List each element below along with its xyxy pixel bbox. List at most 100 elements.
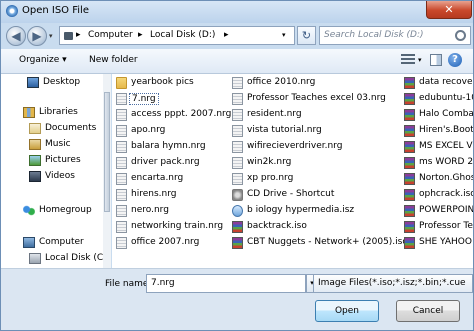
disc-icon bbox=[232, 109, 243, 121]
file-item-label: wifirecieverdriver.nrg bbox=[247, 141, 343, 151]
sidebar-item-label: Music bbox=[45, 139, 71, 149]
disc-icon bbox=[116, 221, 127, 233]
documents-icon bbox=[29, 123, 41, 134]
iso-icon bbox=[232, 205, 243, 217]
rar-icon bbox=[404, 125, 415, 137]
file-list: yearbook pics 7.nrg access pppt. 2007.nrg a… bbox=[112, 74, 473, 268]
rar-icon bbox=[404, 221, 415, 233]
title-bar: Open ISO File ✕ bbox=[1, 1, 473, 23]
rar-icon bbox=[404, 173, 415, 185]
dialog-footer: File name: 7.nrg ▾ Image Files(*.iso;*.i… bbox=[1, 268, 473, 330]
navigation-bar: ◀ ▶ ▾ ▸ Computer ▸ Local Disk (D:) ▸ ▾ ↻… bbox=[1, 23, 473, 49]
file-item-label: office 2007.nrg bbox=[131, 237, 200, 247]
file-item-label: data recovery bbox=[419, 77, 473, 87]
file-item-label: Norton.Ghost bbox=[419, 173, 473, 183]
file-item-label: hirens.nrg bbox=[131, 189, 177, 199]
open-button[interactable]: Open bbox=[315, 300, 379, 322]
new-folder-button[interactable]: New folder bbox=[89, 55, 138, 65]
file-item-label: POWERPOIN bbox=[419, 205, 473, 215]
disc-icon bbox=[232, 173, 243, 185]
file-item-label: driver pack.nrg bbox=[131, 157, 200, 167]
open-iso-dialog: Open ISO File ✕ ◀ ▶ ▾ ▸ Computer ▸ Local… bbox=[0, 0, 474, 331]
file-item-label: 7.nrg bbox=[129, 93, 159, 105]
file-item-label: balara hymn.nrg bbox=[131, 141, 206, 151]
homegroup-icon bbox=[23, 205, 35, 216]
sidebar-item-label: Computer bbox=[39, 237, 84, 247]
file-item-label: b iology hypermedia.isz bbox=[247, 205, 355, 215]
file-item-label: MS EXCEL VID bbox=[419, 141, 473, 151]
search-placeholder: Search Local Disk (D:) bbox=[324, 30, 424, 40]
file-item-label: backtrack.iso bbox=[247, 221, 307, 231]
computer-icon bbox=[64, 32, 73, 40]
pictures-icon bbox=[29, 155, 41, 166]
disc-icon bbox=[116, 237, 127, 249]
disc-icon bbox=[116, 109, 127, 121]
breadcrumb-separator[interactable]: ▸ bbox=[224, 30, 229, 40]
rar-icon bbox=[404, 189, 415, 201]
file-item-label: edubuntu-10 bbox=[419, 93, 473, 103]
sidebar-item-label: Local Disk (C: bbox=[45, 253, 104, 263]
file-name-input[interactable]: 7.nrg bbox=[146, 274, 306, 293]
breadcrumb-separator[interactable]: ▸ bbox=[138, 30, 143, 40]
organize-button[interactable]: Organize ▾ bbox=[19, 55, 67, 65]
search-icon bbox=[455, 30, 466, 41]
breadcrumb-computer[interactable]: Computer bbox=[88, 30, 133, 40]
local-disk-icon bbox=[29, 253, 41, 264]
navigation-pane-scrollbar[interactable] bbox=[103, 74, 111, 268]
close-button[interactable]: ✕ bbox=[426, 1, 472, 19]
file-item-label: office 2010.nrg bbox=[247, 77, 316, 87]
rar-icon bbox=[404, 205, 415, 217]
help-icon[interactable]: ? bbox=[448, 53, 462, 67]
disc-icon bbox=[116, 205, 127, 217]
sidebar-item-label: Pictures bbox=[45, 155, 81, 165]
file-item-label: CBT Nuggets - Network+ (2005).iso bbox=[247, 237, 408, 247]
address-bar[interactable]: ▸ Computer ▸ Local Disk (D:) ▸ ▾ bbox=[59, 26, 295, 45]
breadcrumb-local-disk-d[interactable]: Local Disk (D:) bbox=[150, 30, 215, 40]
navigation-pane: Desktop Libraries Documents Music Pictur… bbox=[1, 74, 104, 268]
music-icon bbox=[29, 139, 41, 150]
address-dropdown-icon[interactable]: ▾ bbox=[282, 31, 286, 39]
disc-icon bbox=[116, 189, 127, 201]
disc-icon bbox=[232, 157, 243, 169]
disc-icon bbox=[116, 125, 127, 137]
disc-icon bbox=[116, 157, 127, 169]
file-type-select[interactable]: Image Files(*.iso;*.isz;*.bin;*.cue bbox=[313, 274, 473, 293]
forward-button[interactable]: ▶ bbox=[27, 26, 47, 46]
preview-pane-icon[interactable] bbox=[430, 54, 442, 66]
command-toolbar: Organize ▾ New folder ▾ ? bbox=[1, 49, 473, 74]
sidebar-item-label: Homegroup bbox=[39, 205, 92, 215]
file-item-label: Halo Combat bbox=[419, 109, 473, 119]
rar-icon bbox=[404, 93, 415, 105]
file-item-label: Professor Teaches excel 03.nrg bbox=[247, 93, 386, 103]
file-item-label: networking train.nrg bbox=[131, 221, 224, 231]
cancel-button[interactable]: Cancel bbox=[396, 300, 460, 322]
file-item-label: xp pro.nrg bbox=[247, 173, 294, 183]
disc-icon bbox=[116, 93, 127, 105]
search-input[interactable]: Search Local Disk (D:) bbox=[319, 26, 471, 45]
disc-app-icon bbox=[6, 5, 18, 17]
shortcut-icon bbox=[232, 189, 243, 201]
file-item-label: CD Drive - Shortcut bbox=[247, 189, 335, 199]
breadcrumb-separator[interactable]: ▸ bbox=[76, 30, 81, 40]
refresh-button[interactable]: ↻ bbox=[297, 26, 316, 45]
desktop-icon bbox=[27, 77, 39, 88]
computer-icon bbox=[23, 237, 35, 248]
disc-icon bbox=[116, 141, 127, 153]
change-view-icon[interactable] bbox=[401, 54, 415, 66]
file-item-label: encarta.nrg bbox=[131, 173, 184, 183]
sidebar-item-label: Desktop bbox=[43, 77, 81, 87]
file-item-label: yearbook pics bbox=[131, 77, 194, 87]
back-button[interactable]: ◀ bbox=[6, 26, 26, 46]
sidebar-item-label: Videos bbox=[45, 171, 75, 181]
folder-icon bbox=[116, 77, 127, 89]
file-item-label: SHE YAHOO bbox=[419, 237, 472, 247]
view-dropdown-icon[interactable]: ▾ bbox=[418, 56, 422, 64]
scrollbar-thumb[interactable] bbox=[104, 92, 110, 212]
file-item-label: Hiren's.BootC bbox=[419, 125, 473, 135]
sidebar-item-label: Libraries bbox=[39, 107, 78, 117]
disc-icon bbox=[116, 173, 127, 185]
sidebar-item-label: Documents bbox=[45, 123, 97, 133]
disc-icon bbox=[232, 141, 243, 153]
disc-icon bbox=[232, 93, 243, 105]
recent-locations-dropdown-icon[interactable]: ▾ bbox=[49, 32, 53, 40]
